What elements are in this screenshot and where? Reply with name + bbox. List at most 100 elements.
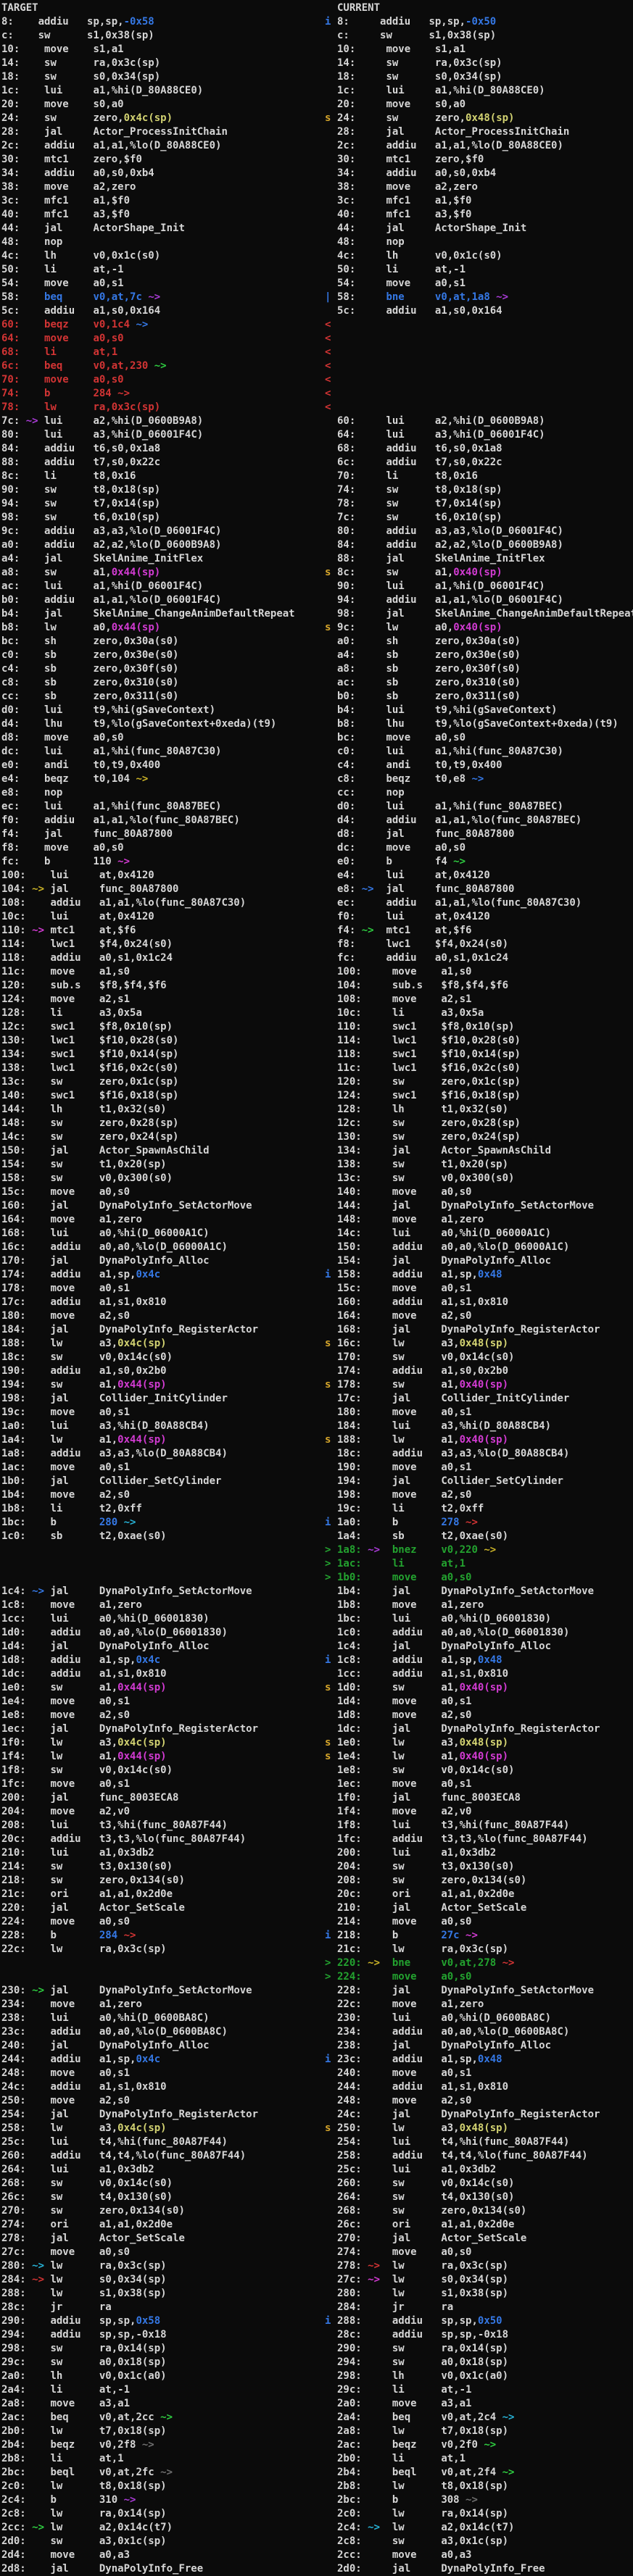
diff-gutter-marker: | xyxy=(325,291,331,304)
asm-token: lh xyxy=(386,250,434,262)
asm-token: v0,0x14c(s0) xyxy=(441,2177,514,2189)
asm-row: 1b4: move a2,s0198: move a2,s0 xyxy=(0,1488,633,1502)
asm-token xyxy=(362,1310,392,1322)
asm-token: zero, xyxy=(93,112,123,124)
current-line: 2c: addiu a1,a1,%lo(D_80A88CE0) xyxy=(337,139,563,153)
asm-row: 48: nop 48: nop xyxy=(0,235,633,249)
asm-token: 198: xyxy=(1,1393,26,1404)
asm-token: 250: xyxy=(1,2095,26,2106)
asm-token xyxy=(26,1214,51,1225)
asm-row: 4c: lh v0,0x1c(s0)4c: lh v0,0x1c(s0) xyxy=(0,249,633,263)
asm-token: 98: xyxy=(1,512,20,523)
asm-token: move xyxy=(50,1916,99,1927)
asm-row: 8: addiu sp,sp,-0x58i8: addiu sp,sp,-0x5… xyxy=(0,15,633,29)
current-line: e0: b f4 ~> xyxy=(337,855,466,869)
asm-token: move xyxy=(44,732,93,743)
current-line: 14c: lui a0,%hi(D_06000A1C) xyxy=(337,1227,551,1241)
target-line: 58: beq v0,at,7c ~> xyxy=(1,291,160,304)
asm-token: ra,0x14(sp) xyxy=(441,2508,508,2519)
target-line: 14c: sw zero,0x24(sp) xyxy=(1,1130,178,1144)
asm-token: 13c: xyxy=(337,1172,362,1184)
asm-token: 240: xyxy=(337,2067,362,2079)
asm-token: 0x44(sp) xyxy=(117,1682,166,1693)
asm-row: 1d4: jal DynaPolyInfo_Alloc1c4: jal Dyna… xyxy=(0,1640,633,1654)
asm-token: nop xyxy=(44,236,93,248)
asm-token: 244: xyxy=(1,2054,26,2065)
asm-token: DynaPolyInfo_Alloc xyxy=(441,1255,551,1267)
target-line: e4: beqz t0,104 ~> xyxy=(1,772,148,786)
asm-token: 60: xyxy=(1,319,20,330)
target-line: 280: ~> lw ra,0x3c(sp) xyxy=(1,2259,167,2273)
asm-token xyxy=(362,2164,392,2175)
asm-token: ~> xyxy=(460,2494,478,2506)
diff-gutter-marker: s xyxy=(325,1681,331,1695)
asm-row: 2cc: ~> lw a2,0x14c(t7)2c4: ~> lw a2,0x1… xyxy=(0,2521,633,2535)
target-line: 27c: move a0,s0 xyxy=(1,2246,130,2259)
current-line: 18c: addiu a3,a3,%lo(D_80A88CB4) xyxy=(337,1447,569,1461)
asm-token: lui xyxy=(386,415,434,427)
asm-token: 2c4: xyxy=(1,2494,26,2506)
asm-row: 2c: addiu a1,a1,%lo(D_80A88CE0)2c: addiu… xyxy=(0,139,633,153)
asm-token: 1a0: xyxy=(337,1517,362,1528)
asm-row: f8: move a0,s0dc: move a0,s0 xyxy=(0,841,633,855)
asm-token: a3,$f0 xyxy=(93,209,130,220)
asm-token: 0x44(sp) xyxy=(112,567,160,578)
diff-gutter-marker: s xyxy=(325,566,331,580)
current-line: a4: sb zero,0x30e(s0) xyxy=(337,649,521,662)
asm-token: d4: xyxy=(1,718,20,730)
asm-token: 134: xyxy=(1,1049,26,1060)
target-line: 298: sw ra,0x14(sp) xyxy=(1,2342,167,2356)
current-line: 15c: move a0,s1 xyxy=(337,1282,471,1296)
target-line: 160: jal DynaPolyInfo_SetActorMove xyxy=(1,1199,252,1213)
asm-token xyxy=(26,1241,51,1253)
asm-token: a0,a0,%lo(D_06001830) xyxy=(441,1627,569,1638)
asm-token: t8,0x18(sp) xyxy=(435,484,502,496)
target-line: 24: sw zero,0x4c(sp) xyxy=(1,112,173,125)
asm-row: 2c8: lw ra,0x14(sp)2c0: lw ra,0x14(sp) xyxy=(0,2507,633,2521)
asm-token: zero,0x134(s0) xyxy=(441,1875,526,1886)
current-line: 218: b 27c ~> xyxy=(337,1929,478,1943)
asm-token xyxy=(20,457,44,468)
asm-token: func_80A87800 xyxy=(435,828,515,840)
asm-token: a2,s1 xyxy=(441,993,471,1005)
asm-token: c0: xyxy=(1,649,20,661)
asm-row: 2b8: li at,12b0: li at,1 xyxy=(0,2452,633,2466)
asm-token: lui xyxy=(386,704,434,716)
asm-token: 50: xyxy=(337,264,355,275)
target-line: 9c: addiu a3,a3,%lo(D_06001F4C) xyxy=(1,525,221,538)
diff-gutter-marker: s xyxy=(325,1433,331,1447)
asm-token: zero,$f0 xyxy=(435,154,484,165)
asm-token: lui xyxy=(386,746,434,757)
asm-token xyxy=(362,2177,392,2189)
asm-token xyxy=(26,1751,51,1762)
asm-token: li xyxy=(386,470,434,482)
target-line: dc: lui a1,%hi(func_80A87C30) xyxy=(1,745,221,759)
asm-token xyxy=(362,1489,392,1501)
asm-token: move xyxy=(44,374,93,385)
asm-token: 25c: xyxy=(1,2136,26,2148)
asm-token: a0,s1 xyxy=(99,1778,130,1790)
asm-token: v0,at,2fc xyxy=(99,2467,154,2478)
asm-token: zero,0x30a(s0) xyxy=(93,635,178,647)
target-line: 168: lui a0,%hi(D_06000A1C) xyxy=(1,1227,210,1241)
asm-token: 264: xyxy=(337,2191,362,2203)
asm-token: t4,t4,%lo(func_80A87F44) xyxy=(441,2150,587,2162)
asm-token: beq xyxy=(50,2412,99,2423)
asm-token: move xyxy=(50,1283,99,1294)
asm-token: 4c: xyxy=(1,250,20,262)
asm-token xyxy=(362,2356,392,2368)
asm-token xyxy=(355,57,386,69)
asm-token xyxy=(362,1998,392,2010)
asm-token: s1,0x38(sp) xyxy=(87,30,154,41)
asm-token: v0,0x14c(s0) xyxy=(441,1351,514,1363)
current-line: 1f0: jal func_8003ECA8 xyxy=(337,1791,521,1805)
asm-token: lw xyxy=(392,1943,441,1955)
target-line: 278: jal Actor_SetScale xyxy=(1,2232,185,2246)
asm-token: ori xyxy=(50,2219,99,2230)
asm-token: beqz xyxy=(392,2439,441,2451)
target-line: ac: lui a1,%hi(D_06001F4C) xyxy=(1,580,203,593)
asm-token: zero,0x134(s0) xyxy=(441,2205,526,2217)
asm-token: 80: xyxy=(337,525,355,537)
asm-token: $f16,0x2c(s0) xyxy=(441,1062,521,1074)
asm-token: 218: xyxy=(1,1875,26,1886)
